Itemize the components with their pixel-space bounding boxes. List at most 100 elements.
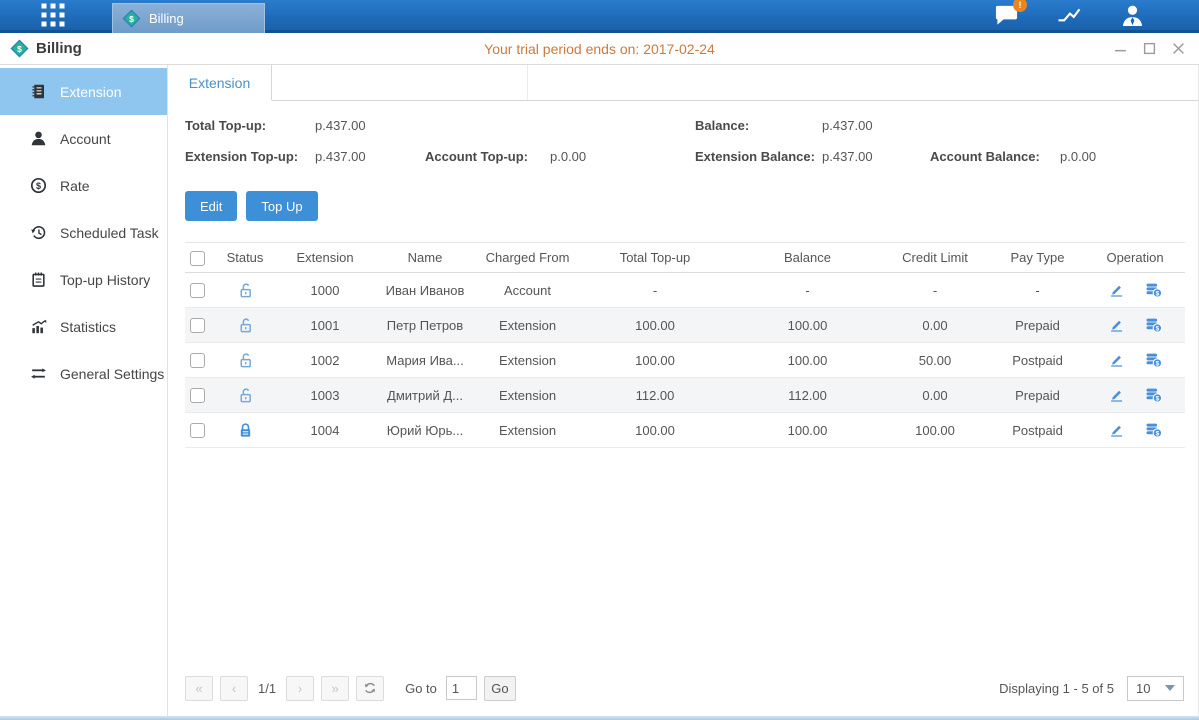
messages-button[interactable]: !: [993, 3, 1019, 27]
sidebar-item-rate[interactable]: $ Rate: [0, 162, 167, 209]
next-page-button[interactable]: [286, 676, 314, 701]
refresh-icon: [363, 681, 377, 695]
cell-charged-from: Extension: [480, 378, 575, 413]
tab-spacer: [272, 65, 528, 100]
cell-credit-limit: 0.00: [880, 308, 990, 343]
go-button[interactable]: Go: [484, 676, 516, 701]
sidebar-item-statistics[interactable]: Statistics: [0, 303, 167, 350]
refresh-button[interactable]: [356, 676, 384, 701]
cell-pay-type: -: [990, 273, 1085, 308]
extension-balance-value: p.437.00: [822, 149, 930, 164]
svg-text:$: $: [1156, 395, 1160, 402]
cell-extension: 1003: [280, 378, 370, 413]
row-checkbox[interactable]: [190, 353, 205, 368]
table-row: 1001 Петр Петров Extension 100.00 100.00…: [185, 308, 1185, 343]
row-checkbox[interactable]: [190, 423, 205, 438]
user-button[interactable]: [1119, 3, 1145, 27]
account-topup-value: p.0.00: [550, 149, 695, 164]
cell-name: Юрий Юрь...: [370, 413, 480, 448]
sidebar-item-account[interactable]: Account: [0, 115, 167, 162]
status-lock-icon: [237, 281, 254, 296]
pagination-right: Displaying 1 - 5 of 5 10: [999, 676, 1184, 701]
row-topup-icon[interactable]: $: [1145, 422, 1162, 438]
billing-diamond-icon: $: [122, 9, 141, 28]
system-topbar: $ Billing !: [0, 0, 1199, 33]
cell-charged-from: Extension: [480, 343, 575, 378]
first-page-button[interactable]: [185, 676, 213, 701]
extension-topup-label: Extension Top-up:: [185, 149, 315, 164]
row-edit-icon[interactable]: [1108, 387, 1125, 403]
ledger-icon: [30, 83, 47, 100]
row-edit-icon[interactable]: [1108, 352, 1125, 368]
page-size-value: 10: [1136, 681, 1150, 696]
sidebar-item-label: General Settings: [60, 366, 164, 382]
prev-page-button[interactable]: [220, 676, 248, 701]
tab-extension[interactable]: Extension: [168, 65, 272, 101]
cell-name: Дмитрий Д...: [370, 378, 480, 413]
row-edit-icon[interactable]: [1108, 422, 1125, 438]
apps-grid-button[interactable]: [38, 2, 68, 28]
total-topup-value: p.437.00: [315, 118, 425, 133]
close-button[interactable]: [1171, 42, 1185, 56]
table-row: 1003 Дмитрий Д... Extension 112.00 112.0…: [185, 378, 1185, 413]
sliders-icon: [30, 365, 47, 382]
row-topup-icon[interactable]: $: [1145, 352, 1162, 368]
goto-page-input[interactable]: [446, 676, 477, 700]
extension-table: Status Extension Name Charged From Total…: [185, 242, 1184, 448]
row-checkbox[interactable]: [190, 388, 205, 403]
reports-button[interactable]: [1056, 3, 1082, 27]
account-balance-value: p.0.00: [1060, 149, 1184, 164]
extension-balance-label: Extension Balance:: [695, 149, 822, 164]
select-all-checkbox[interactable]: [190, 251, 205, 266]
row-checkbox[interactable]: [190, 283, 205, 298]
column-pay-type: Pay Type: [990, 243, 1085, 273]
maximize-button[interactable]: [1142, 42, 1156, 56]
taskbar-tab-billing[interactable]: $ Billing: [112, 3, 265, 33]
cell-total-topup: 100.00: [575, 413, 735, 448]
svg-text:$: $: [36, 181, 41, 191]
sidebar-item-extension[interactable]: Extension: [0, 68, 167, 115]
row-edit-icon[interactable]: [1108, 317, 1125, 333]
cell-charged-from: Extension: [480, 413, 575, 448]
svg-text:$: $: [1156, 325, 1160, 332]
billing-diamond-icon: $: [10, 39, 29, 58]
account-topup-label: Account Top-up:: [425, 149, 550, 164]
cell-extension: 1001: [280, 308, 370, 343]
column-status: Status: [210, 243, 280, 273]
minimize-button[interactable]: [1113, 42, 1127, 56]
sidebar-item-general-settings[interactable]: General Settings: [0, 350, 167, 397]
column-extension: Extension: [280, 243, 370, 273]
status-lock-icon: [237, 351, 254, 366]
cell-name: Петр Петров: [370, 308, 480, 343]
balance-label: Balance:: [695, 118, 822, 133]
cell-total-topup: 100.00: [575, 343, 735, 378]
row-checkbox[interactable]: [190, 318, 205, 333]
column-balance: Balance: [735, 243, 880, 273]
row-topup-icon[interactable]: $: [1145, 282, 1162, 298]
sidebar-item-topup-history[interactable]: Top-up History: [0, 256, 167, 303]
taskbar-tab-label: Billing: [149, 11, 184, 26]
edit-button[interactable]: Edit: [185, 191, 237, 221]
svg-text:$: $: [17, 44, 22, 54]
cell-credit-limit: 0.00: [880, 378, 990, 413]
page-size-select[interactable]: 10: [1127, 676, 1184, 701]
svg-text:$: $: [1156, 430, 1160, 437]
row-edit-icon[interactable]: [1108, 282, 1125, 298]
window-bottom-edge: [0, 716, 1199, 720]
sidebar-item-scheduled-task[interactable]: Scheduled Task: [0, 209, 167, 256]
cell-pay-type: Postpaid: [990, 413, 1085, 448]
cell-charged-from: Account: [480, 273, 575, 308]
status-lock-icon: [237, 421, 254, 436]
row-topup-icon[interactable]: $: [1145, 317, 1162, 333]
row-topup-icon[interactable]: $: [1145, 387, 1162, 403]
extension-panel: Total Top-up: p.437.00 Balance: p.437.00…: [168, 101, 1198, 716]
column-credit-limit: Credit Limit: [880, 243, 990, 273]
dollar-circle-icon: $: [30, 177, 47, 194]
minimize-icon: [1114, 42, 1127, 55]
displaying-text: Displaying 1 - 5 of 5: [999, 681, 1114, 696]
cell-pay-type: Postpaid: [990, 343, 1085, 378]
last-page-button[interactable]: [321, 676, 349, 701]
top-up-button[interactable]: Top Up: [246, 191, 317, 221]
window-title-text: Billing: [36, 40, 82, 57]
page-indicator: 1/1: [258, 681, 276, 696]
